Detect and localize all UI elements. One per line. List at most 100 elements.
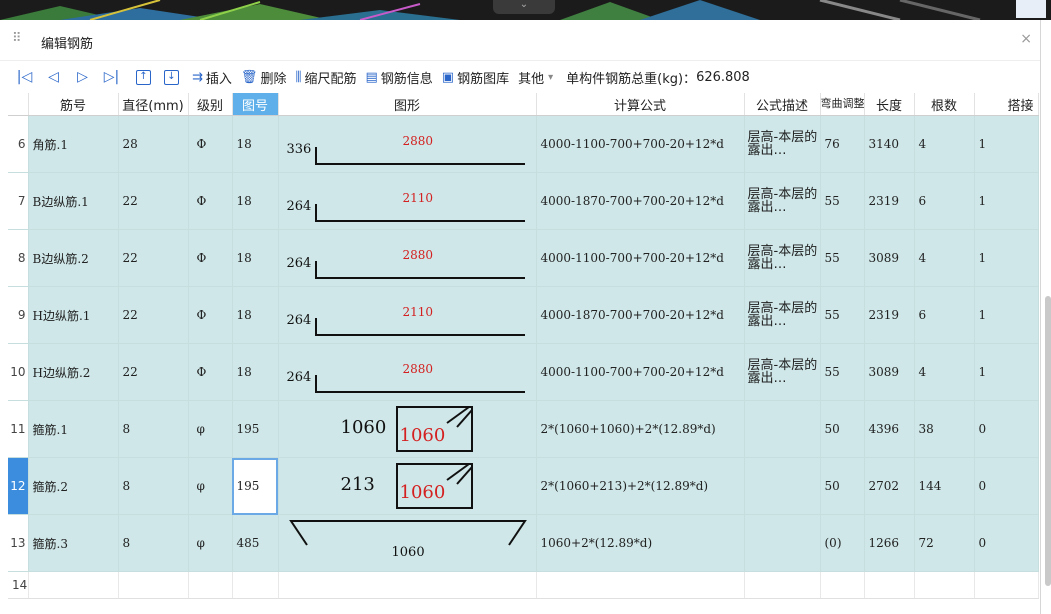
move-up-icon[interactable]: ↑ (136, 69, 151, 85)
cell-diameter[interactable]: 22 (118, 172, 189, 230)
cell-bar-name[interactable]: 箍筋.1 (28, 400, 119, 458)
nav-last-icon[interactable]: ▷| (97, 69, 126, 85)
cell-formula[interactable]: 1060+2*(12.89*d) (536, 514, 745, 572)
cell-length[interactable]: 2319 (864, 172, 915, 230)
empty-cell[interactable] (536, 571, 745, 599)
cell-diameter[interactable]: 8 (118, 400, 189, 458)
cell-lap[interactable]: 0 (974, 457, 1039, 515)
table-row[interactable]: 13 箍筋.3 8 φ 485 1060 1060+2*(12.89*d) (0) 1266 72… (8, 514, 1039, 572)
cell-formula[interactable]: 2*(1060+213)+2*(12.89*d) (536, 457, 745, 515)
cell-grade[interactable]: φ (188, 400, 233, 458)
viewport-collapse-tab[interactable]: ⌄ (493, 0, 555, 14)
nav-next-icon[interactable]: ▷ (68, 69, 97, 85)
empty-cell[interactable] (820, 571, 865, 599)
cell-count[interactable]: 4 (914, 229, 975, 287)
cell-shape[interactable]: 264 2110 (278, 286, 537, 344)
empty-cell[interactable] (974, 571, 1039, 599)
table-row[interactable]: 12 箍筋.2 8 φ 195 213 1060 2*(1060+213)+2*(12.89*… (8, 457, 1039, 515)
cell-formula[interactable]: 4000-1870-700+700-20+12*d (536, 286, 745, 344)
cell-count[interactable]: 6 (914, 172, 975, 230)
cell-length[interactable]: 3140 (864, 115, 915, 173)
cell-figure-no[interactable]: 485 (232, 514, 279, 572)
cell-bar-name[interactable]: 箍筋.3 (28, 514, 119, 572)
vertical-scrollbar[interactable] (1045, 296, 1051, 586)
cell-formula-desc[interactable]: 层高-本层的露出… (744, 343, 821, 401)
cell-length[interactable]: 2702 (864, 457, 915, 515)
cell-figure-no[interactable]: 18 (232, 229, 279, 287)
cell-formula-desc[interactable]: 层高-本层的露出… (744, 286, 821, 344)
row-index[interactable]: 8 (8, 229, 29, 287)
cell-grade[interactable]: Φ (188, 343, 233, 401)
scale-rebar-button[interactable]: ⫼ 缩尺配筋 (295, 68, 356, 87)
empty-cell[interactable] (118, 571, 189, 599)
rebar-library-button[interactable]: ▣ 钢筋图库 (442, 68, 509, 87)
col-header[interactable]: 搭接 (974, 93, 1039, 116)
empty-cell[interactable] (28, 571, 119, 599)
cell-count[interactable]: 72 (914, 514, 975, 572)
cell-lap[interactable]: 1 (974, 115, 1039, 173)
cell-diameter[interactable]: 28 (118, 115, 189, 173)
cell-length[interactable]: 3089 (864, 229, 915, 287)
cell-bend-adjust[interactable]: (0) (820, 514, 865, 572)
cell-grade[interactable]: φ (188, 514, 233, 572)
col-header[interactable]: 公式描述 (744, 93, 821, 116)
table-row[interactable]: 11 箍筋.1 8 φ 195 1060 1060 2*(1060+1060)+2*(12.8… (8, 400, 1039, 458)
table-row[interactable]: 14 (8, 571, 1039, 599)
row-index[interactable]: 14 (8, 571, 29, 599)
table-row[interactable]: 6 角筋.1 28 Φ 18 336 2880 4000-1100-700+700-20+12… (8, 115, 1039, 173)
cell-formula-desc[interactable]: 层高-本层的露出… (744, 172, 821, 230)
cell-lap[interactable]: 1 (974, 229, 1039, 287)
close-icon[interactable]: × (1020, 31, 1032, 47)
cell-bar-name[interactable]: B边纵筋.1 (28, 172, 119, 230)
cell-count[interactable]: 38 (914, 400, 975, 458)
cell-grade[interactable]: Φ (188, 115, 233, 173)
cell-lap[interactable]: 1 (974, 343, 1039, 401)
cell-length[interactable]: 4396 (864, 400, 915, 458)
table-row[interactable]: 8 B边纵筋.2 22 Φ 18 264 2880 4000-1100-700+700-20+… (8, 229, 1039, 287)
cell-formula[interactable]: 4000-1870-700+700-20+12*d (536, 172, 745, 230)
cell-bend-adjust[interactable]: 76 (820, 115, 865, 173)
cell-diameter[interactable]: 22 (118, 343, 189, 401)
cell-bend-adjust[interactable]: 55 (820, 229, 865, 287)
cell-count[interactable]: 4 (914, 343, 975, 401)
col-header[interactable]: 长度 (864, 93, 915, 116)
cell-formula-desc[interactable] (744, 514, 821, 572)
cell-bend-adjust[interactable]: 50 (820, 400, 865, 458)
cell-shape[interactable]: 213 1060 (278, 457, 537, 515)
table-row[interactable]: 7 B边纵筋.1 22 Φ 18 264 2110 4000-1870-700+700-20+… (8, 172, 1039, 230)
rebar-info-button[interactable]: ▤ 钢筋信息 (365, 68, 432, 87)
view-cube-icon[interactable] (1016, 0, 1046, 18)
cell-figure-no[interactable]: 18 (232, 286, 279, 344)
cell-formula-desc[interactable]: 层高-本层的露出… (744, 229, 821, 287)
cell-shape[interactable]: 1060 (278, 514, 537, 572)
cell-figure-no[interactable]: 18 (232, 343, 279, 401)
cell-length[interactable]: 1266 (864, 514, 915, 572)
cell-formula[interactable]: 4000-1100-700+700-20+12*d (536, 343, 745, 401)
cell-grade[interactable]: Φ (188, 229, 233, 287)
cell-figure-no[interactable]: 18 (232, 172, 279, 230)
cell-diameter[interactable]: 22 (118, 286, 189, 344)
model-viewport[interactable]: ⌄ (0, 0, 1051, 20)
cell-bend-adjust[interactable]: 55 (820, 343, 865, 401)
col-header[interactable]: 图形 (278, 93, 537, 116)
cell-bar-name[interactable]: B边纵筋.2 (28, 229, 119, 287)
cell-diameter[interactable]: 8 (118, 514, 189, 572)
cell-bend-adjust[interactable]: 55 (820, 286, 865, 344)
cell-diameter[interactable]: 22 (118, 229, 189, 287)
cell-lap[interactable]: 0 (974, 400, 1039, 458)
col-header[interactable]: 直径(mm) (118, 93, 189, 116)
row-index[interactable]: 7 (8, 172, 29, 230)
row-index[interactable]: 10 (8, 343, 29, 401)
cell-count[interactable]: 6 (914, 286, 975, 344)
empty-cell[interactable] (232, 571, 279, 599)
row-index[interactable]: 6 (8, 115, 29, 173)
cell-bend-adjust[interactable]: 55 (820, 172, 865, 230)
nav-prev-icon[interactable]: ◁ (39, 69, 68, 85)
empty-cell[interactable] (864, 571, 915, 599)
col-header[interactable]: 弯曲调整 (820, 93, 865, 116)
cell-bar-name[interactable]: 箍筋.2 (28, 457, 119, 515)
empty-cell[interactable] (744, 571, 821, 599)
cell-formula[interactable]: 4000-1100-700+700-20+12*d (536, 229, 745, 287)
panel-titlebar[interactable]: ⠿ 编辑钢筋 × (0, 20, 1040, 61)
cell-length[interactable]: 3089 (864, 343, 915, 401)
